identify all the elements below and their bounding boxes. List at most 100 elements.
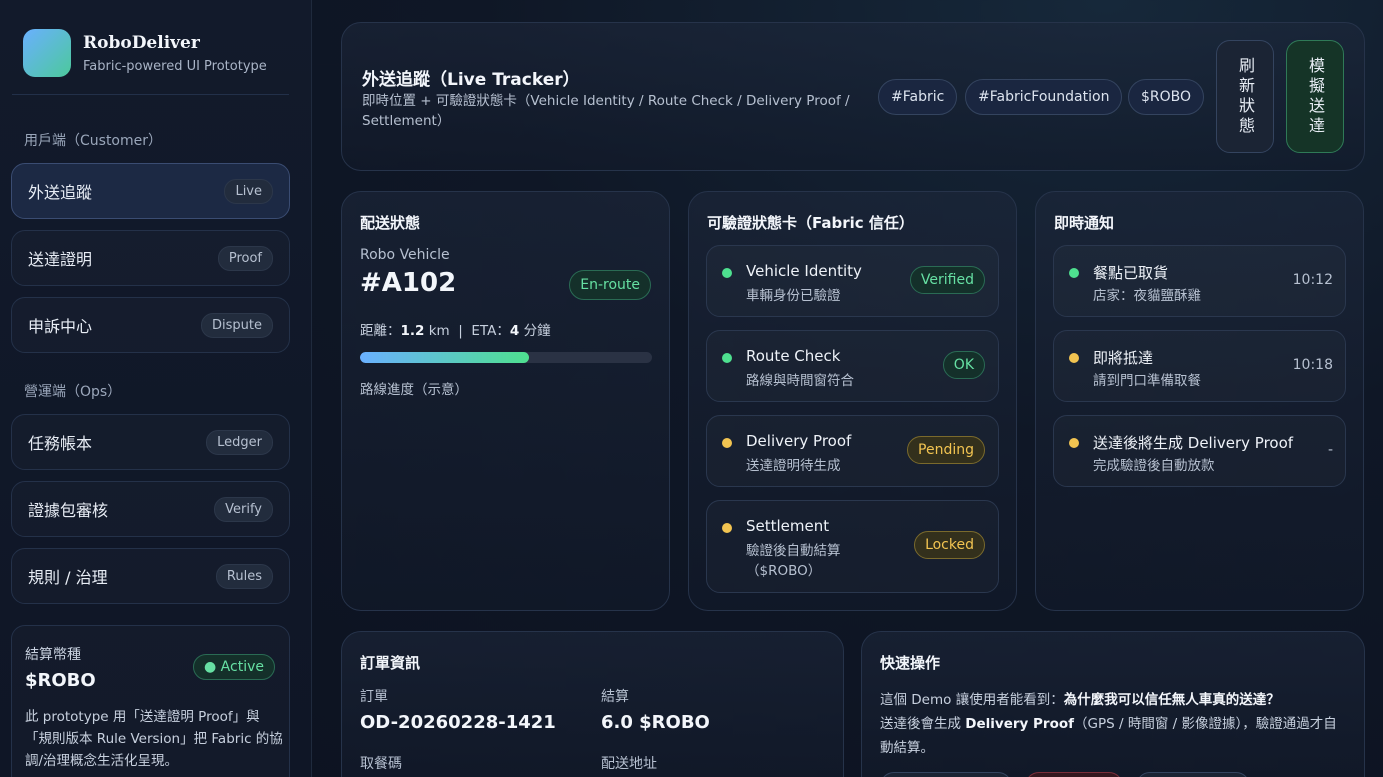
notification-dot-icon bbox=[1069, 353, 1079, 363]
sidebar-item-label: 規則 / 治理 bbox=[28, 568, 108, 587]
pickup-code-label: 取餐碼 bbox=[360, 756, 402, 772]
sidebar: RoboDeliver Fabric-powered UI Prototype … bbox=[0, 0, 312, 777]
sidebar-item-verify[interactable]: 證據包審核 Verify bbox=[11, 481, 290, 537]
vehicle-id: #A102 bbox=[360, 268, 457, 298]
distance-label: 距離： bbox=[360, 323, 401, 339]
refresh-status-button[interactable]: 刷新狀態 bbox=[1216, 40, 1274, 153]
vehicle-state-badge: En-route bbox=[569, 270, 651, 300]
distance-eta: 距離：1.2 km | ETA：4 分鐘 bbox=[360, 319, 551, 339]
notification-title: 餐點已取貨 bbox=[1093, 264, 1169, 282]
simulate-delivery-label: 模擬送達 bbox=[1306, 56, 1325, 137]
sidebar-item-dispute[interactable]: 申訴中心 Dispute bbox=[11, 297, 290, 353]
order-info-card: 訂單資訊 訂單 OD-20260228-1421 結算 6.0 $ROBO 取餐… bbox=[341, 631, 844, 777]
address-label: 配送地址 bbox=[601, 756, 657, 772]
status-badge: Locked bbox=[914, 531, 985, 559]
sidebar-item-badge: Live bbox=[224, 178, 273, 204]
route-progress-fill bbox=[360, 352, 530, 363]
order-label: 訂單 bbox=[360, 689, 388, 705]
settlement-token-card: 結算幣種 $ROBO ● Active 此 prototype 用「送達證明 P… bbox=[11, 625, 290, 777]
brand-subtitle: Fabric-powered UI Prototype bbox=[83, 58, 267, 74]
brand-name: RoboDeliver bbox=[83, 32, 200, 53]
status-row-subtitle: 送達證明待生成 bbox=[746, 458, 841, 474]
card-title: 訂單資訊 bbox=[360, 654, 421, 672]
eta-label: ETA： bbox=[471, 323, 510, 339]
sidebar-item-badge: Proof bbox=[217, 245, 273, 271]
status-badge: OK bbox=[942, 351, 985, 379]
token-value: $ROBO bbox=[25, 670, 96, 691]
status-row-route-check[interactable]: Route Check 路線與時間窗符合 OK bbox=[706, 330, 999, 402]
distance-value: 1.2 bbox=[400, 323, 425, 339]
card-title: 即時通知 bbox=[1054, 214, 1115, 232]
sidebar-item-label: 外送追蹤 bbox=[28, 183, 93, 202]
tag-fabric-foundation[interactable]: #FabricFoundation bbox=[965, 79, 1123, 115]
status-row-title: Route Check bbox=[746, 347, 841, 365]
brand-logo bbox=[23, 29, 71, 77]
route-progress-bar bbox=[360, 352, 652, 363]
desc-bold: Delivery Proof bbox=[965, 716, 1075, 732]
status-row-subtitle: 驗證後自動結算（$ROBO） bbox=[746, 543, 841, 579]
sidebar-item-label: 任務帳本 bbox=[28, 434, 93, 453]
quick-actions-card: 快速操作 這個 Demo 讓使用者能看到：為什麼我可以信任無人車真的送達？ 送達… bbox=[861, 631, 1365, 777]
distance-unit: km bbox=[424, 323, 450, 339]
notification-time: 10:12 bbox=[1292, 272, 1333, 288]
sidebar-item-label: 申訴中心 bbox=[28, 317, 93, 336]
token-label: 結算幣種 bbox=[25, 647, 81, 663]
status-row-settlement[interactable]: Settlement 驗證後自動結算（$ROBO） Locked bbox=[706, 500, 999, 593]
live-notifications-card: 即時通知 餐點已取貨 店家：夜貓鹽酥雞 10:12 即將抵達 請到門口準備取餐 … bbox=[1035, 191, 1364, 611]
notification-item[interactable]: 餐點已取貨 店家：夜貓鹽酥雞 10:12 bbox=[1053, 245, 1346, 317]
status-row-vehicle-identity[interactable]: Vehicle Identity 車輛身份已驗證 Verified bbox=[706, 245, 999, 317]
token-description: 此 prototype 用「送達證明 Proof」與「規則版本 Rule Ver… bbox=[25, 709, 283, 769]
order-id: OD-20260228-1421 bbox=[360, 712, 556, 733]
sidebar-item-label: 證據包審核 bbox=[28, 501, 109, 520]
notification-title: 送達後將生成 Delivery Proof bbox=[1093, 434, 1294, 452]
brand: RoboDeliver Fabric-powered UI Prototype bbox=[23, 29, 267, 77]
notification-time: - bbox=[1327, 442, 1333, 458]
notification-title: 即將抵達 bbox=[1093, 349, 1154, 367]
sidebar-item-proof[interactable]: 送達證明 Proof bbox=[11, 230, 290, 286]
simulate-delivery-button[interactable]: 模擬送達 bbox=[1286, 40, 1344, 153]
sidebar-item-rules[interactable]: 規則 / 治理 Rules bbox=[11, 548, 290, 604]
customer-section-label: 用戶端（Customer） bbox=[24, 133, 163, 149]
notification-subtitle: 請到門口準備取餐 bbox=[1093, 373, 1201, 389]
quick-action-button[interactable] bbox=[1025, 772, 1123, 777]
settlement-label: 結算 bbox=[601, 689, 629, 705]
status-dot-icon bbox=[722, 268, 732, 278]
desc-text: 送達後會生成 bbox=[880, 716, 966, 732]
settlement-amount: 6.0 $ROBO bbox=[601, 712, 710, 733]
eta-value: 4 bbox=[509, 323, 520, 339]
quick-action-button[interactable] bbox=[1136, 772, 1250, 777]
sidebar-item-badge: Dispute bbox=[201, 312, 273, 338]
token-status-badge: ● Active bbox=[193, 654, 275, 680]
desc-bold: 為什麼我可以信任無人車真的送達？ bbox=[1063, 692, 1280, 708]
page-subtitle: 即時位置 + 可驗證狀態卡（Vehicle Identity / Route C… bbox=[362, 93, 850, 129]
card-title: 快速操作 bbox=[880, 654, 941, 672]
status-badge: Verified bbox=[909, 266, 985, 294]
status-dot-icon bbox=[722, 438, 732, 448]
tag-fabric[interactable]: #Fabric bbox=[878, 79, 958, 115]
tag-robo[interactable]: $ROBO bbox=[1128, 79, 1205, 115]
brand-divider bbox=[12, 94, 289, 95]
status-row-delivery-proof[interactable]: Delivery Proof 送達證明待生成 Pending bbox=[706, 415, 999, 487]
quick-action-button[interactable] bbox=[880, 772, 1012, 777]
notification-subtitle: 店家：夜貓鹽酥雞 bbox=[1093, 288, 1201, 304]
sidebar-item-ledger[interactable]: 任務帳本 Ledger bbox=[11, 414, 290, 470]
page-header: 外送追蹤（Live Tracker） 即時位置 + 可驗證狀態卡（Vehicle… bbox=[341, 22, 1365, 171]
status-badge: Pending bbox=[907, 436, 985, 464]
sidebar-item-badge: Verify bbox=[214, 496, 273, 522]
notification-item[interactable]: 即將抵達 請到門口準備取餐 10:18 bbox=[1053, 330, 1346, 402]
card-title: 可驗證狀態卡（Fabric 信任） bbox=[707, 214, 914, 232]
notification-dot-icon bbox=[1069, 438, 1079, 448]
verifiable-status-card: 可驗證狀態卡（Fabric 信任） Vehicle Identity 車輛身份已… bbox=[688, 191, 1017, 611]
status-row-subtitle: 車輛身份已驗證 bbox=[746, 288, 841, 304]
sidebar-item-badge: Ledger bbox=[206, 429, 273, 455]
sidebar-item-label: 送達證明 bbox=[28, 250, 93, 269]
notification-time: 10:18 bbox=[1292, 357, 1333, 373]
notification-item[interactable]: 送達後將生成 Delivery Proof 完成驗證後自動放款 - bbox=[1053, 415, 1346, 487]
status-row-title: Delivery Proof bbox=[746, 432, 852, 450]
status-dot-icon bbox=[722, 353, 732, 363]
status-row-subtitle: 路線與時間窗符合 bbox=[746, 373, 854, 389]
sidebar-item-live-tracker[interactable]: 外送追蹤 Live bbox=[11, 163, 290, 219]
card-title: 配送狀態 bbox=[360, 214, 421, 232]
notification-dot-icon bbox=[1069, 268, 1079, 278]
quick-actions-description: 這個 Demo 讓使用者能看到：為什麼我可以信任無人車真的送達？ 送達後會生成 … bbox=[880, 688, 1350, 760]
